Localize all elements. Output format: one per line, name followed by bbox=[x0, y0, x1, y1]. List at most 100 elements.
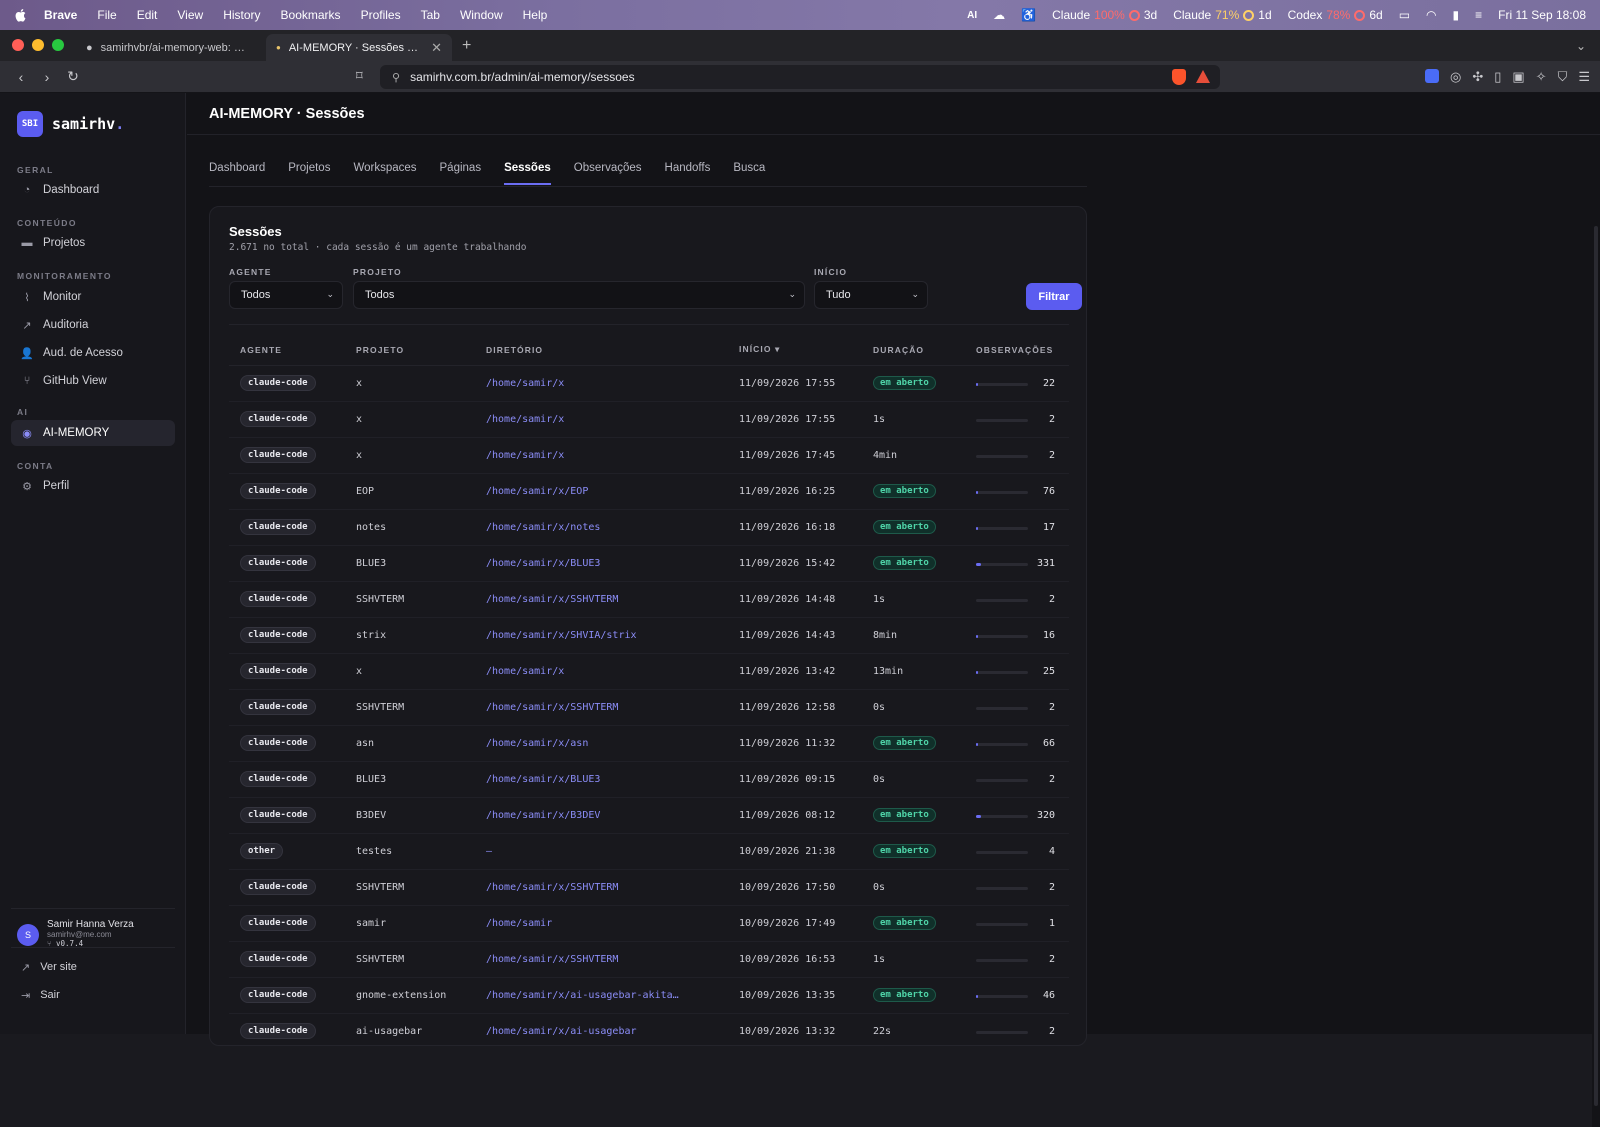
directory-link[interactable]: /home/samir/x/SSHVTERM bbox=[486, 954, 618, 965]
table-row[interactable]: claude-code x/home/samir/x 11/09/2026 17:5… bbox=[229, 365, 1069, 402]
brand[interactable]: SBI samirhv. bbox=[17, 111, 124, 137]
directory-link[interactable]: /home/samir/x bbox=[486, 378, 564, 389]
table-row[interactable]: claude-code samir/home/samir 10/09/2026 17… bbox=[229, 905, 1069, 942]
tab-sessoes[interactable]: Sessões bbox=[504, 153, 563, 185]
sidebar-item-dashboard[interactable]: ◔ Dashboard bbox=[11, 177, 175, 203]
directory-link[interactable]: /home/samir/x/SHVIA/strix bbox=[486, 630, 637, 641]
directory-link[interactable]: /home/samir/x/SSHVTERM bbox=[486, 702, 618, 713]
directory-link[interactable]: /home/samir/x bbox=[486, 414, 564, 425]
ver-site-link[interactable]: ↗ Ver site bbox=[11, 955, 77, 979]
table-row[interactable]: claude-code gnome-extension/home/samir/x/… bbox=[229, 977, 1069, 1014]
directory-link[interactable]: /home/samir/x/notes bbox=[486, 522, 600, 533]
cell-directory[interactable]: /home/samir bbox=[475, 905, 728, 942]
directory-link[interactable]: /home/samir/x/SSHVTERM bbox=[486, 594, 618, 605]
menu-edit[interactable]: Edit bbox=[137, 8, 158, 22]
browser-tab-active[interactable]: ● AI-MEMORY · Sessões — Samir ✕ bbox=[266, 34, 452, 61]
zoom-window-button[interactable] bbox=[52, 39, 64, 51]
directory-link[interactable]: /home/samir/x/BLUE3 bbox=[486, 774, 600, 785]
directory-link[interactable]: /home/samir/x/SSHVTERM bbox=[486, 882, 618, 893]
cell-directory[interactable]: /home/samir/x/SHVIA/strix bbox=[475, 617, 728, 654]
table-row[interactable]: claude-code SSHVTERM/home/samir/x/SSHVTER… bbox=[229, 869, 1069, 906]
tab-workspaces[interactable]: Workspaces bbox=[353, 153, 428, 183]
cell-directory[interactable]: /home/samir/x bbox=[475, 401, 728, 438]
table-row[interactable]: claude-code B3DEV/home/samir/x/B3DEV 11/09… bbox=[229, 797, 1069, 834]
menu-help[interactable]: Help bbox=[523, 8, 548, 22]
menu-file[interactable]: File bbox=[97, 8, 116, 22]
tab-projetos[interactable]: Projetos bbox=[288, 153, 342, 183]
shield-icon[interactable]: ⛉ bbox=[1558, 69, 1568, 85]
cell-directory[interactable]: /home/samir/x/BLUE3 bbox=[475, 545, 728, 582]
brave-shield-icon[interactable] bbox=[1172, 69, 1186, 85]
menu-history[interactable]: History bbox=[223, 8, 260, 22]
table-row[interactable]: claude-code strix/home/samir/x/SHVIA/stri… bbox=[229, 617, 1069, 654]
cell-directory[interactable]: /home/samir/x/ai-usagebar-akita… bbox=[475, 977, 728, 1014]
drive-icon[interactable]: ▭ bbox=[1399, 8, 1410, 22]
filter-button[interactable]: Filtrar bbox=[1026, 283, 1082, 310]
cell-directory[interactable]: /home/samir/x/SSHVTERM bbox=[475, 869, 728, 906]
directory-link[interactable]: /home/samir/x bbox=[486, 450, 564, 461]
menu-tab[interactable]: Tab bbox=[421, 8, 440, 22]
directory-link[interactable]: /home/samir/x/EOP bbox=[486, 486, 588, 497]
cell-directory[interactable]: — bbox=[475, 833, 728, 870]
cell-directory[interactable]: /home/samir/x/SSHVTERM bbox=[475, 689, 728, 726]
inicio-select[interactable]: Tudo ⌄ bbox=[814, 281, 928, 309]
bookmark-icon[interactable]: ⌑ bbox=[356, 68, 363, 84]
menu-view[interactable]: View bbox=[177, 8, 203, 22]
close-tab-icon[interactable]: ✕ bbox=[431, 40, 442, 56]
sidebar-item-auditoria[interactable]: ↗ Auditoria bbox=[11, 312, 175, 338]
sidebar-item-ai-memory[interactable]: ◉ AI-MEMORY bbox=[11, 420, 175, 446]
col-inicio[interactable]: INÍCIO ▾ bbox=[728, 335, 862, 366]
menu-window[interactable]: Window bbox=[460, 8, 503, 22]
control-center-icon[interactable]: ≡ bbox=[1475, 8, 1482, 22]
sidebar-item-perfil[interactable]: ⚙ Perfil bbox=[11, 473, 175, 499]
cell-directory[interactable]: /home/samir/x bbox=[475, 365, 728, 402]
table-row[interactable]: claude-code SSHVTERM/home/samir/x/SSHVTER… bbox=[229, 941, 1069, 978]
sidebar-item-github[interactable]: ⑂ GitHub View bbox=[11, 368, 175, 394]
menu-bookmarks[interactable]: Bookmarks bbox=[281, 8, 341, 22]
vpn-icon[interactable]: ◎ bbox=[1450, 69, 1461, 85]
address-bar[interactable]: ⚲ samirhv.com.br/admin/ai-memory/sessoes bbox=[380, 65, 1220, 89]
site-settings-icon[interactable]: ⚲ bbox=[392, 71, 400, 84]
col-diretorio[interactable]: DIRETÓRIO bbox=[475, 335, 728, 366]
col-duracao[interactable]: DURAÇÃO bbox=[862, 335, 965, 366]
directory-link[interactable]: /home/samir/x/ai-usagebar bbox=[486, 1026, 637, 1037]
brave-rewards-icon[interactable] bbox=[1196, 70, 1210, 83]
agente-select[interactable]: Todos ⌄ bbox=[229, 281, 343, 309]
puzzle-icon[interactable]: ✣ bbox=[1472, 69, 1483, 85]
directory-link[interactable]: /home/samir/x/asn bbox=[486, 738, 588, 749]
sidebar-item-aud-acesso[interactable]: 👤 Aud. de Acesso bbox=[11, 340, 175, 366]
cell-directory[interactable]: /home/samir/x/BLUE3 bbox=[475, 761, 728, 798]
sidebar-item-projetos[interactable]: ▬ Projetos bbox=[11, 230, 175, 256]
minimize-window-button[interactable] bbox=[32, 39, 44, 51]
projeto-select[interactable]: Todos ⌄ bbox=[353, 281, 805, 309]
claude-usage-2[interactable]: Claude 71% 1d bbox=[1173, 8, 1271, 22]
wallet-icon[interactable]: ▣ bbox=[1512, 69, 1524, 85]
codex-usage[interactable]: Codex 78% 6d bbox=[1288, 8, 1383, 22]
col-projeto[interactable]: PROJETO bbox=[345, 335, 475, 366]
directory-link[interactable]: /home/samir/x bbox=[486, 666, 564, 677]
directory-link[interactable]: /home/samir bbox=[486, 918, 552, 929]
table-row[interactable]: claude-code ai-usagebar/home/samir/x/ai-u… bbox=[229, 1013, 1069, 1045]
leo-ai-icon[interactable]: ✧ bbox=[1536, 69, 1547, 85]
table-row[interactable]: claude-code x/home/samir/x 11/09/2026 17:4… bbox=[229, 437, 1069, 474]
browser-tab-github[interactable]: ● samirhvbr/ai-memory-web: Read-o bbox=[76, 34, 262, 61]
ai-status-label[interactable]: AI bbox=[967, 10, 977, 21]
new-tab-button[interactable]: + bbox=[462, 37, 471, 61]
col-agente[interactable]: AGENTE bbox=[229, 335, 345, 366]
table-row[interactable]: claude-code SSHVTERM/home/samir/x/SSHVTER… bbox=[229, 689, 1069, 726]
back-button[interactable]: ‹ bbox=[10, 69, 32, 85]
page-scrollbar[interactable] bbox=[1592, 186, 1600, 1127]
table-row[interactable]: claude-code BLUE3/home/samir/x/BLUE3 11/09… bbox=[229, 761, 1069, 798]
scrollbar-thumb[interactable] bbox=[1594, 226, 1598, 1106]
directory-link[interactable]: — bbox=[486, 846, 492, 857]
menubar-clock[interactable]: Fri 11 Sep 18:08 bbox=[1498, 8, 1586, 22]
cell-directory[interactable]: /home/samir/x/SSHVTERM bbox=[475, 941, 728, 978]
menu-app-name[interactable]: Brave bbox=[44, 8, 77, 22]
table-row[interactable]: claude-code x/home/samir/x 11/09/2026 13:4… bbox=[229, 653, 1069, 690]
menu-icon[interactable]: ☰ bbox=[1578, 69, 1590, 85]
tab-paginas[interactable]: Páginas bbox=[440, 153, 494, 183]
wifi-icon[interactable]: ◠ bbox=[1426, 8, 1436, 22]
cell-directory[interactable]: /home/samir/x bbox=[475, 437, 728, 474]
claude-usage-1[interactable]: Claude 100% 3d bbox=[1052, 8, 1157, 22]
cloud-sun-icon[interactable]: ☁ bbox=[993, 8, 1005, 22]
